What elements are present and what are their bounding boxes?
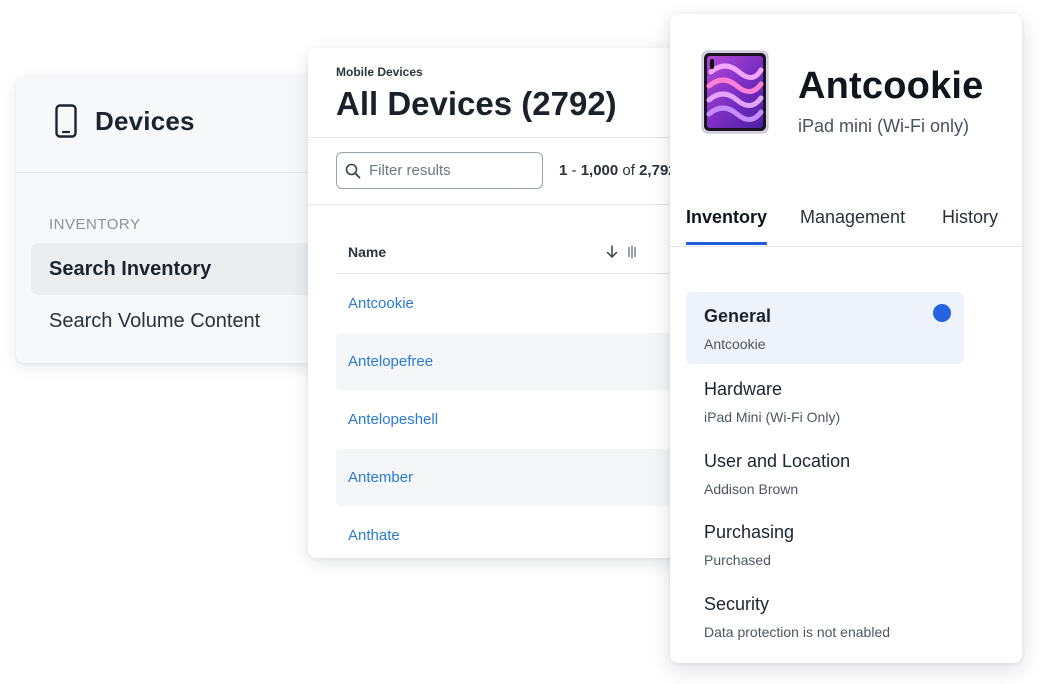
devices-title: Devices: [95, 106, 195, 136]
table-row[interactable]: Antember: [336, 449, 688, 506]
section-user-and-location[interactable]: User and Location Addison Brown: [686, 437, 964, 509]
section-security[interactable]: Security Data protection is not enabled: [686, 580, 964, 652]
nav-item-search-inventory[interactable]: Search Inventory: [31, 243, 336, 295]
section-purchasing[interactable]: Purchasing Purchased: [686, 508, 964, 580]
column-resize-icon[interactable]: [627, 245, 637, 264]
page-title: All Devices (2792): [336, 85, 617, 122]
pagination-range: 1 - 1,000 of 2,792: [559, 162, 677, 179]
section-title: User and Location: [704, 451, 851, 471]
tab-management[interactable]: Management: [800, 207, 905, 242]
mobile-phone-icon: [55, 104, 77, 143]
divider: [308, 204, 688, 205]
arrow-down-icon[interactable]: [606, 245, 618, 264]
section-general[interactable]: General Antcookie: [686, 292, 964, 364]
table-row[interactable]: Antelopeshell: [336, 391, 688, 448]
table-row[interactable]: Antcookie: [336, 275, 688, 332]
filter-input[interactable]: [369, 153, 534, 188]
section-subtitle: Antcookie: [704, 336, 766, 352]
devices-nav-panel: Devices INVENTORY Search Inventory Searc…: [16, 77, 336, 363]
device-name: Antcookie: [798, 65, 984, 107]
breadcrumb[interactable]: Mobile Devices: [336, 65, 423, 79]
table-row[interactable]: Anthate: [336, 507, 688, 558]
section-subtitle: iPad Mini (Wi-Fi Only): [704, 409, 841, 425]
range-end: 1,000: [580, 162, 619, 179]
section-subtitle: Purchased: [704, 552, 771, 568]
nav-item-search-volume-content[interactable]: Search Volume Content: [31, 295, 336, 347]
device-detail-panel: Antcookie iPad mini (Wi-Fi only) Invento…: [670, 14, 1022, 663]
devices-nav-header: Devices: [16, 77, 336, 173]
section-title: Purchasing: [704, 522, 795, 542]
section-hardware[interactable]: Hardware iPad Mini (Wi-Fi Only): [686, 365, 964, 437]
device-list-panel: Mobile Devices All Devices (2792) 1 - 1,…: [308, 48, 688, 558]
section-title: Security: [704, 594, 770, 614]
device-model: iPad mini (Wi-Fi only): [798, 116, 970, 136]
selected-indicator-dot: [933, 304, 951, 322]
section-title: General: [704, 306, 772, 326]
divider: [308, 137, 688, 138]
section-title: Hardware: [704, 379, 783, 399]
table-header: Name: [336, 228, 688, 274]
ipad-mini-device-icon: [701, 50, 769, 139]
range-of: of: [618, 162, 640, 179]
section-subtitle: Data protection is not enabled: [704, 624, 891, 640]
range-separator: -: [567, 162, 581, 179]
filter-box[interactable]: [336, 152, 543, 189]
column-header-name[interactable]: Name: [348, 244, 386, 260]
inventory-section-label: INVENTORY: [49, 216, 141, 233]
detail-tabs: Inventory Management History: [670, 195, 1022, 247]
tab-inventory[interactable]: Inventory: [686, 207, 768, 245]
section-subtitle: Addison Brown: [704, 481, 799, 497]
search-icon: [345, 163, 361, 184]
tab-history[interactable]: History: [942, 207, 998, 242]
table-row[interactable]: Antelopefree: [336, 333, 688, 390]
